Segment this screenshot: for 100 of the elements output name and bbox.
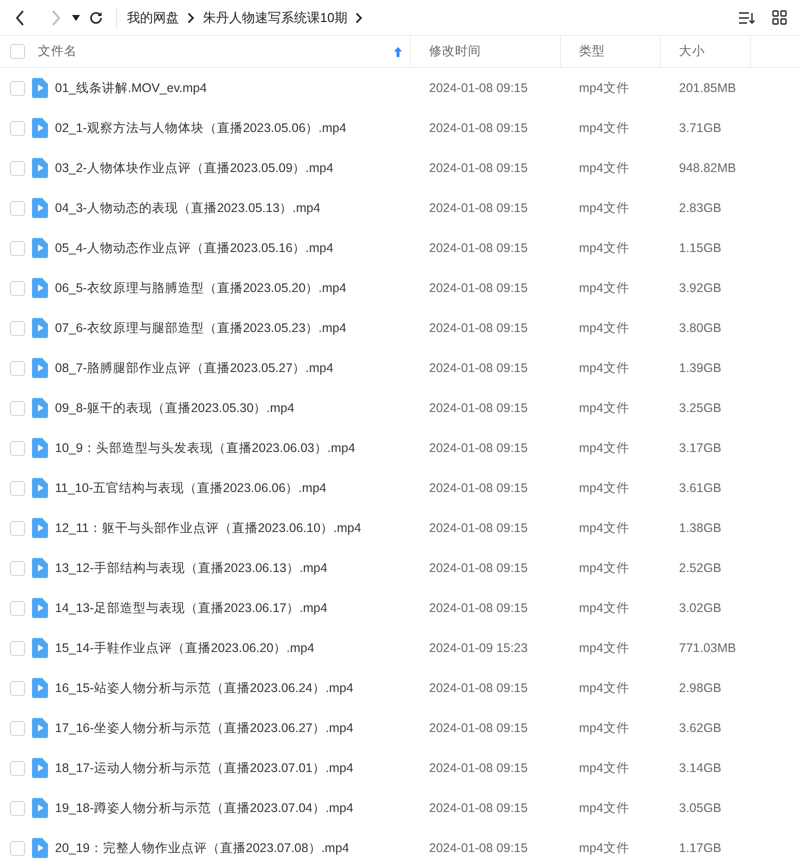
file-type: mp4文件 (578, 760, 630, 776)
checkbox[interactable] (10, 44, 25, 59)
checkbox[interactable] (10, 160, 25, 176)
file-type: mp4文件 (578, 560, 630, 576)
video-file-icon (32, 398, 48, 418)
video-file-icon (32, 318, 48, 338)
file-size: 2.83GB (678, 201, 722, 215)
file-size: 1.38GB (678, 521, 722, 535)
file-name[interactable]: 18_17-运动人物分析与示范（直播2023.07.01）.mp4 (55, 760, 354, 776)
file-size: 1.15GB (678, 241, 722, 255)
file-name[interactable]: 15_14-手鞋作业点评（直播2023.06.20）.mp4 (55, 640, 314, 656)
column-header[interactable]: 大小 (679, 43, 750, 60)
file-type: mp4文件 (578, 840, 630, 856)
modified-time: 2024-01-08 09:15 (428, 681, 529, 695)
file-name[interactable]: 16_15-站姿人物分析与示范（直播2023.06.24）.mp4 (55, 680, 354, 696)
file-name[interactable]: 06_5-衣纹原理与胳膊造型（直播2023.05.20）.mp4 (55, 280, 346, 296)
video-file-icon (32, 358, 48, 378)
modified-time: 2024-01-08 09:15 (428, 161, 529, 175)
checkbox[interactable] (10, 240, 25, 256)
checkbox[interactable] (10, 120, 25, 136)
column-header[interactable]: 类型 (579, 43, 660, 60)
video-file-icon (32, 78, 48, 98)
file-size: 2.98GB (678, 681, 722, 695)
file-size: 201.85MB (678, 81, 737, 95)
chevron-icon (355, 12, 364, 24)
checkbox[interactable] (10, 640, 25, 656)
video-file-icon (32, 118, 48, 138)
checkbox[interactable] (10, 560, 25, 576)
file-name[interactable]: 10_9：头部造型与头发表现（直播2023.06.03）.mp4 (55, 440, 356, 456)
checkbox[interactable] (10, 720, 25, 736)
file-type: mp4文件 (578, 440, 630, 456)
file-name[interactable]: 14_13-足部造型与表现（直播2023.06.17）.mp4 (55, 600, 328, 616)
video-file-icon (32, 598, 48, 618)
column-header[interactable]: 修改时间 (429, 43, 560, 60)
file-size: 3.02GB (678, 601, 722, 615)
checkbox[interactable] (10, 680, 25, 696)
refresh-icon (89, 10, 103, 24)
video-file-icon (32, 198, 48, 218)
file-type: mp4文件 (578, 160, 630, 176)
modified-time: 2024-01-09 15:23 (428, 641, 529, 655)
checkbox[interactable] (10, 520, 25, 536)
breadcrumb-link[interactable]: 朱丹人物速写系统课10期 (203, 8, 348, 26)
checkbox[interactable] (10, 840, 25, 856)
file-name[interactable]: 12_11：躯干与头部作业点评（直播2023.06.10）.mp4 (55, 520, 362, 536)
file-size: 3.92GB (678, 281, 722, 295)
modified-time: 2024-01-08 09:15 (428, 401, 529, 415)
file-name[interactable]: 13_12-手部结构与表现（直播2023.06.13）.mp4 (55, 560, 328, 576)
modified-time: 2024-01-08 09:15 (428, 81, 529, 95)
modified-time: 2024-01-08 09:15 (428, 441, 529, 455)
file-name[interactable]: 19_18-蹲姿人物分析与示范（直播2023.07.04）.mp4 (55, 800, 354, 816)
checkbox[interactable] (10, 440, 25, 456)
modified-time: 2024-01-08 09:15 (428, 721, 529, 735)
file-type: mp4文件 (578, 240, 630, 256)
file-name[interactable]: 01_线条讲解.MOV_ev.mp4 (55, 80, 207, 96)
checkbox[interactable] (10, 480, 25, 496)
file-size: 3.17GB (678, 441, 722, 455)
video-file-icon (32, 718, 48, 738)
modified-time: 2024-01-08 09:15 (428, 321, 529, 335)
file-size: 1.17GB (678, 841, 722, 855)
checkbox[interactable] (10, 280, 25, 296)
back-icon (15, 10, 25, 26)
file-name[interactable]: 11_10-五官结构与表现（直播2023.06.06）.mp4 (55, 480, 326, 496)
video-file-icon (32, 278, 48, 298)
video-file-icon (32, 558, 48, 578)
video-file-icon (32, 798, 48, 818)
file-type: mp4文件 (578, 600, 630, 616)
checkbox[interactable] (10, 400, 25, 416)
file-size: 3.25GB (678, 401, 722, 415)
checkbox[interactable] (10, 80, 25, 96)
checkbox[interactable] (10, 320, 25, 336)
file-type: mp4文件 (578, 640, 630, 656)
file-name[interactable]: 02_1-观察方法与人物体块（直播2023.05.06）.mp4 (55, 120, 346, 136)
file-name[interactable]: 05_4-人物动态作业点评（直播2023.05.16）.mp4 (55, 240, 334, 256)
file-name[interactable]: 20_19：完整人物作业点评（直播2023.07.08）.mp4 (55, 840, 350, 856)
chevron-icon (187, 12, 195, 24)
file-type: mp4文件 (578, 680, 630, 696)
modified-time: 2024-01-08 09:15 (428, 521, 529, 535)
file-type: mp4文件 (578, 800, 630, 816)
file-name[interactable]: 09_8-躯干的表现（直播2023.05.30）.mp4 (55, 400, 294, 416)
checkbox[interactable] (10, 800, 25, 816)
breadcrumb-link[interactable]: 我的网盘 (127, 8, 179, 26)
file-name[interactable]: 07_6-衣纹原理与腿部造型（直播2023.05.23）.mp4 (55, 320, 346, 336)
column-header[interactable]: 文件名 (38, 43, 394, 60)
checkbox[interactable] (10, 600, 25, 616)
file-type: mp4文件 (578, 480, 630, 496)
file-size: 1.39GB (678, 361, 722, 375)
modified-time: 2024-01-08 09:15 (428, 481, 529, 495)
modified-time: 2024-01-08 09:15 (428, 361, 529, 375)
modified-time: 2024-01-08 09:15 (428, 601, 529, 615)
file-name[interactable]: 03_2-人物体块作业点评（直播2023.05.09）.mp4 (55, 160, 334, 176)
video-file-icon (32, 758, 48, 778)
checkbox[interactable] (10, 200, 25, 216)
checkbox[interactable] (10, 360, 25, 376)
file-type: mp4文件 (578, 400, 630, 416)
file-name[interactable]: 17_16-坐姿人物分析与示范（直播2023.06.27）.mp4 (55, 720, 354, 736)
file-name[interactable]: 04_3-人物动态的表现（直播2023.05.13）.mp4 (55, 200, 320, 216)
file-name[interactable]: 08_7-胳膊腿部作业点评（直播2023.05.27）.mp4 (55, 360, 334, 376)
modified-time: 2024-01-08 09:15 (428, 761, 529, 775)
checkbox[interactable] (10, 760, 25, 776)
file-size: 2.52GB (678, 561, 722, 575)
